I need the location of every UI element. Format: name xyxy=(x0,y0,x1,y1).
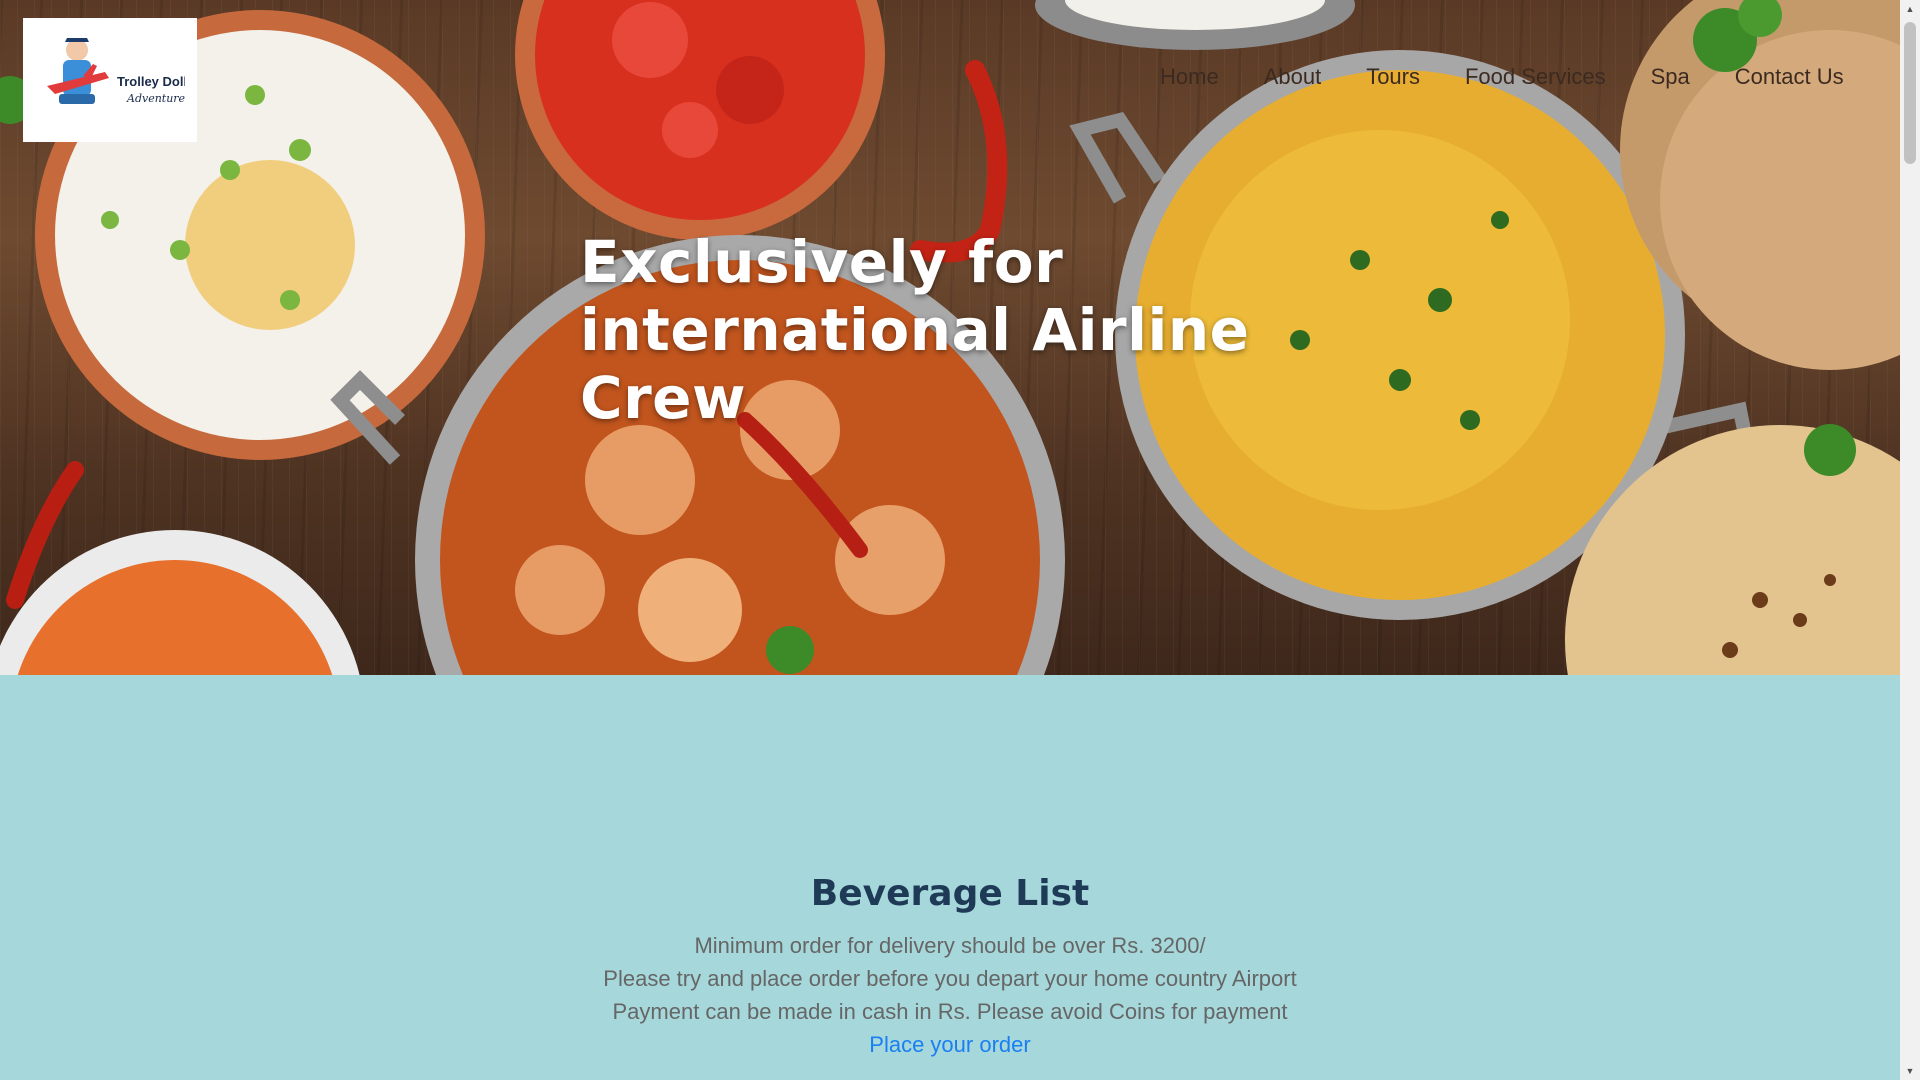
beverage-section: Beverage List Minimum order for delivery… xyxy=(0,675,1900,1080)
logo-title: Trolley Dolly xyxy=(117,74,185,89)
hero-title-line-3: Crew xyxy=(580,364,747,432)
place-order-link[interactable]: Place your order xyxy=(869,1032,1030,1057)
logo-subtitle: Adventures xyxy=(126,92,185,105)
hero-title: Exclusively for international Airline Cr… xyxy=(580,228,1300,432)
nav-contact-us[interactable]: Contact Us xyxy=(1735,64,1844,90)
hero-title-line-2: international Airline xyxy=(580,296,1250,364)
page-scrollbar[interactable]: ▲ ▼ xyxy=(1900,0,1920,1080)
scroll-down-arrow-icon[interactable]: ▼ xyxy=(1900,1062,1920,1080)
note-order-timing: Please try and place order before you de… xyxy=(603,966,1297,991)
nav-tours[interactable]: Tours xyxy=(1366,64,1420,90)
note-minimum-order: Minimum order for delivery should be ove… xyxy=(694,933,1206,958)
scroll-up-arrow-icon[interactable]: ▲ xyxy=(1900,0,1920,18)
hero-banner: Trolley Dolly Adventures Home About Tour… xyxy=(0,0,1900,675)
nav-about[interactable]: About xyxy=(1264,64,1322,90)
scrollbar-thumb[interactable] xyxy=(1904,22,1916,164)
note-payment: Payment can be made in cash in Rs. Pleas… xyxy=(612,999,1288,1024)
hero-title-line-1: Exclusively for xyxy=(580,228,1064,296)
nav-spa[interactable]: Spa xyxy=(1651,64,1690,90)
nav-home[interactable]: Home xyxy=(1160,64,1219,90)
section-title: Beverage List xyxy=(810,873,1090,914)
nav-food-services[interactable]: Food Services xyxy=(1465,64,1606,90)
order-notes: Minimum order for delivery should be ove… xyxy=(0,929,1900,1061)
site-logo[interactable]: Trolley Dolly Adventures xyxy=(23,18,197,142)
main-nav: Home About Tours Food Services Spa Conta… xyxy=(1160,64,1844,90)
airline-crew-plane-icon: Trolley Dolly Adventures xyxy=(47,37,185,105)
